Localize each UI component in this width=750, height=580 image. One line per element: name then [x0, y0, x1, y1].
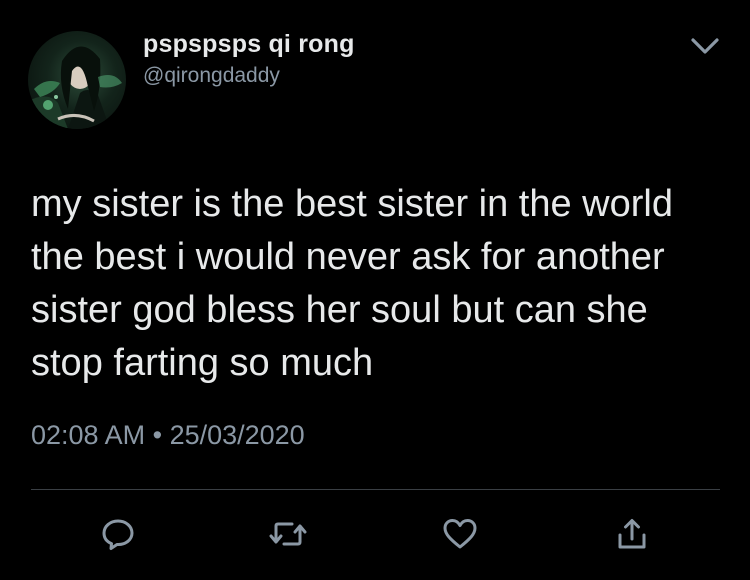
share-icon — [618, 519, 646, 549]
tweet-time: 02:08 AM — [31, 420, 146, 450]
avatar-image — [28, 46, 122, 129]
share-button[interactable] — [610, 512, 654, 556]
user-handle[interactable]: @qirongdaddy — [143, 64, 280, 88]
heart-icon — [443, 519, 477, 549]
tweet-timestamp[interactable]: 02:08 AM • 25/03/2020 — [31, 420, 305, 451]
reply-button[interactable] — [96, 512, 140, 556]
action-bar — [0, 512, 750, 556]
timestamp-separator: • — [152, 420, 163, 450]
tweet-text: my sister is the best sister in the worl… — [31, 183, 673, 384]
chevron-down-icon[interactable] — [688, 32, 722, 60]
retweet-icon — [269, 522, 307, 546]
tweet-card: pspspsps qi rong @qirongdaddy my sister … — [0, 0, 750, 580]
like-button[interactable] — [438, 512, 482, 556]
avatar[interactable] — [28, 31, 126, 129]
retweet-button[interactable] — [266, 512, 310, 556]
reply-icon — [102, 519, 134, 550]
divider — [31, 489, 720, 490]
display-name[interactable]: pspspsps qi rong — [143, 30, 355, 59]
tweet-date: 25/03/2020 — [169, 420, 305, 450]
